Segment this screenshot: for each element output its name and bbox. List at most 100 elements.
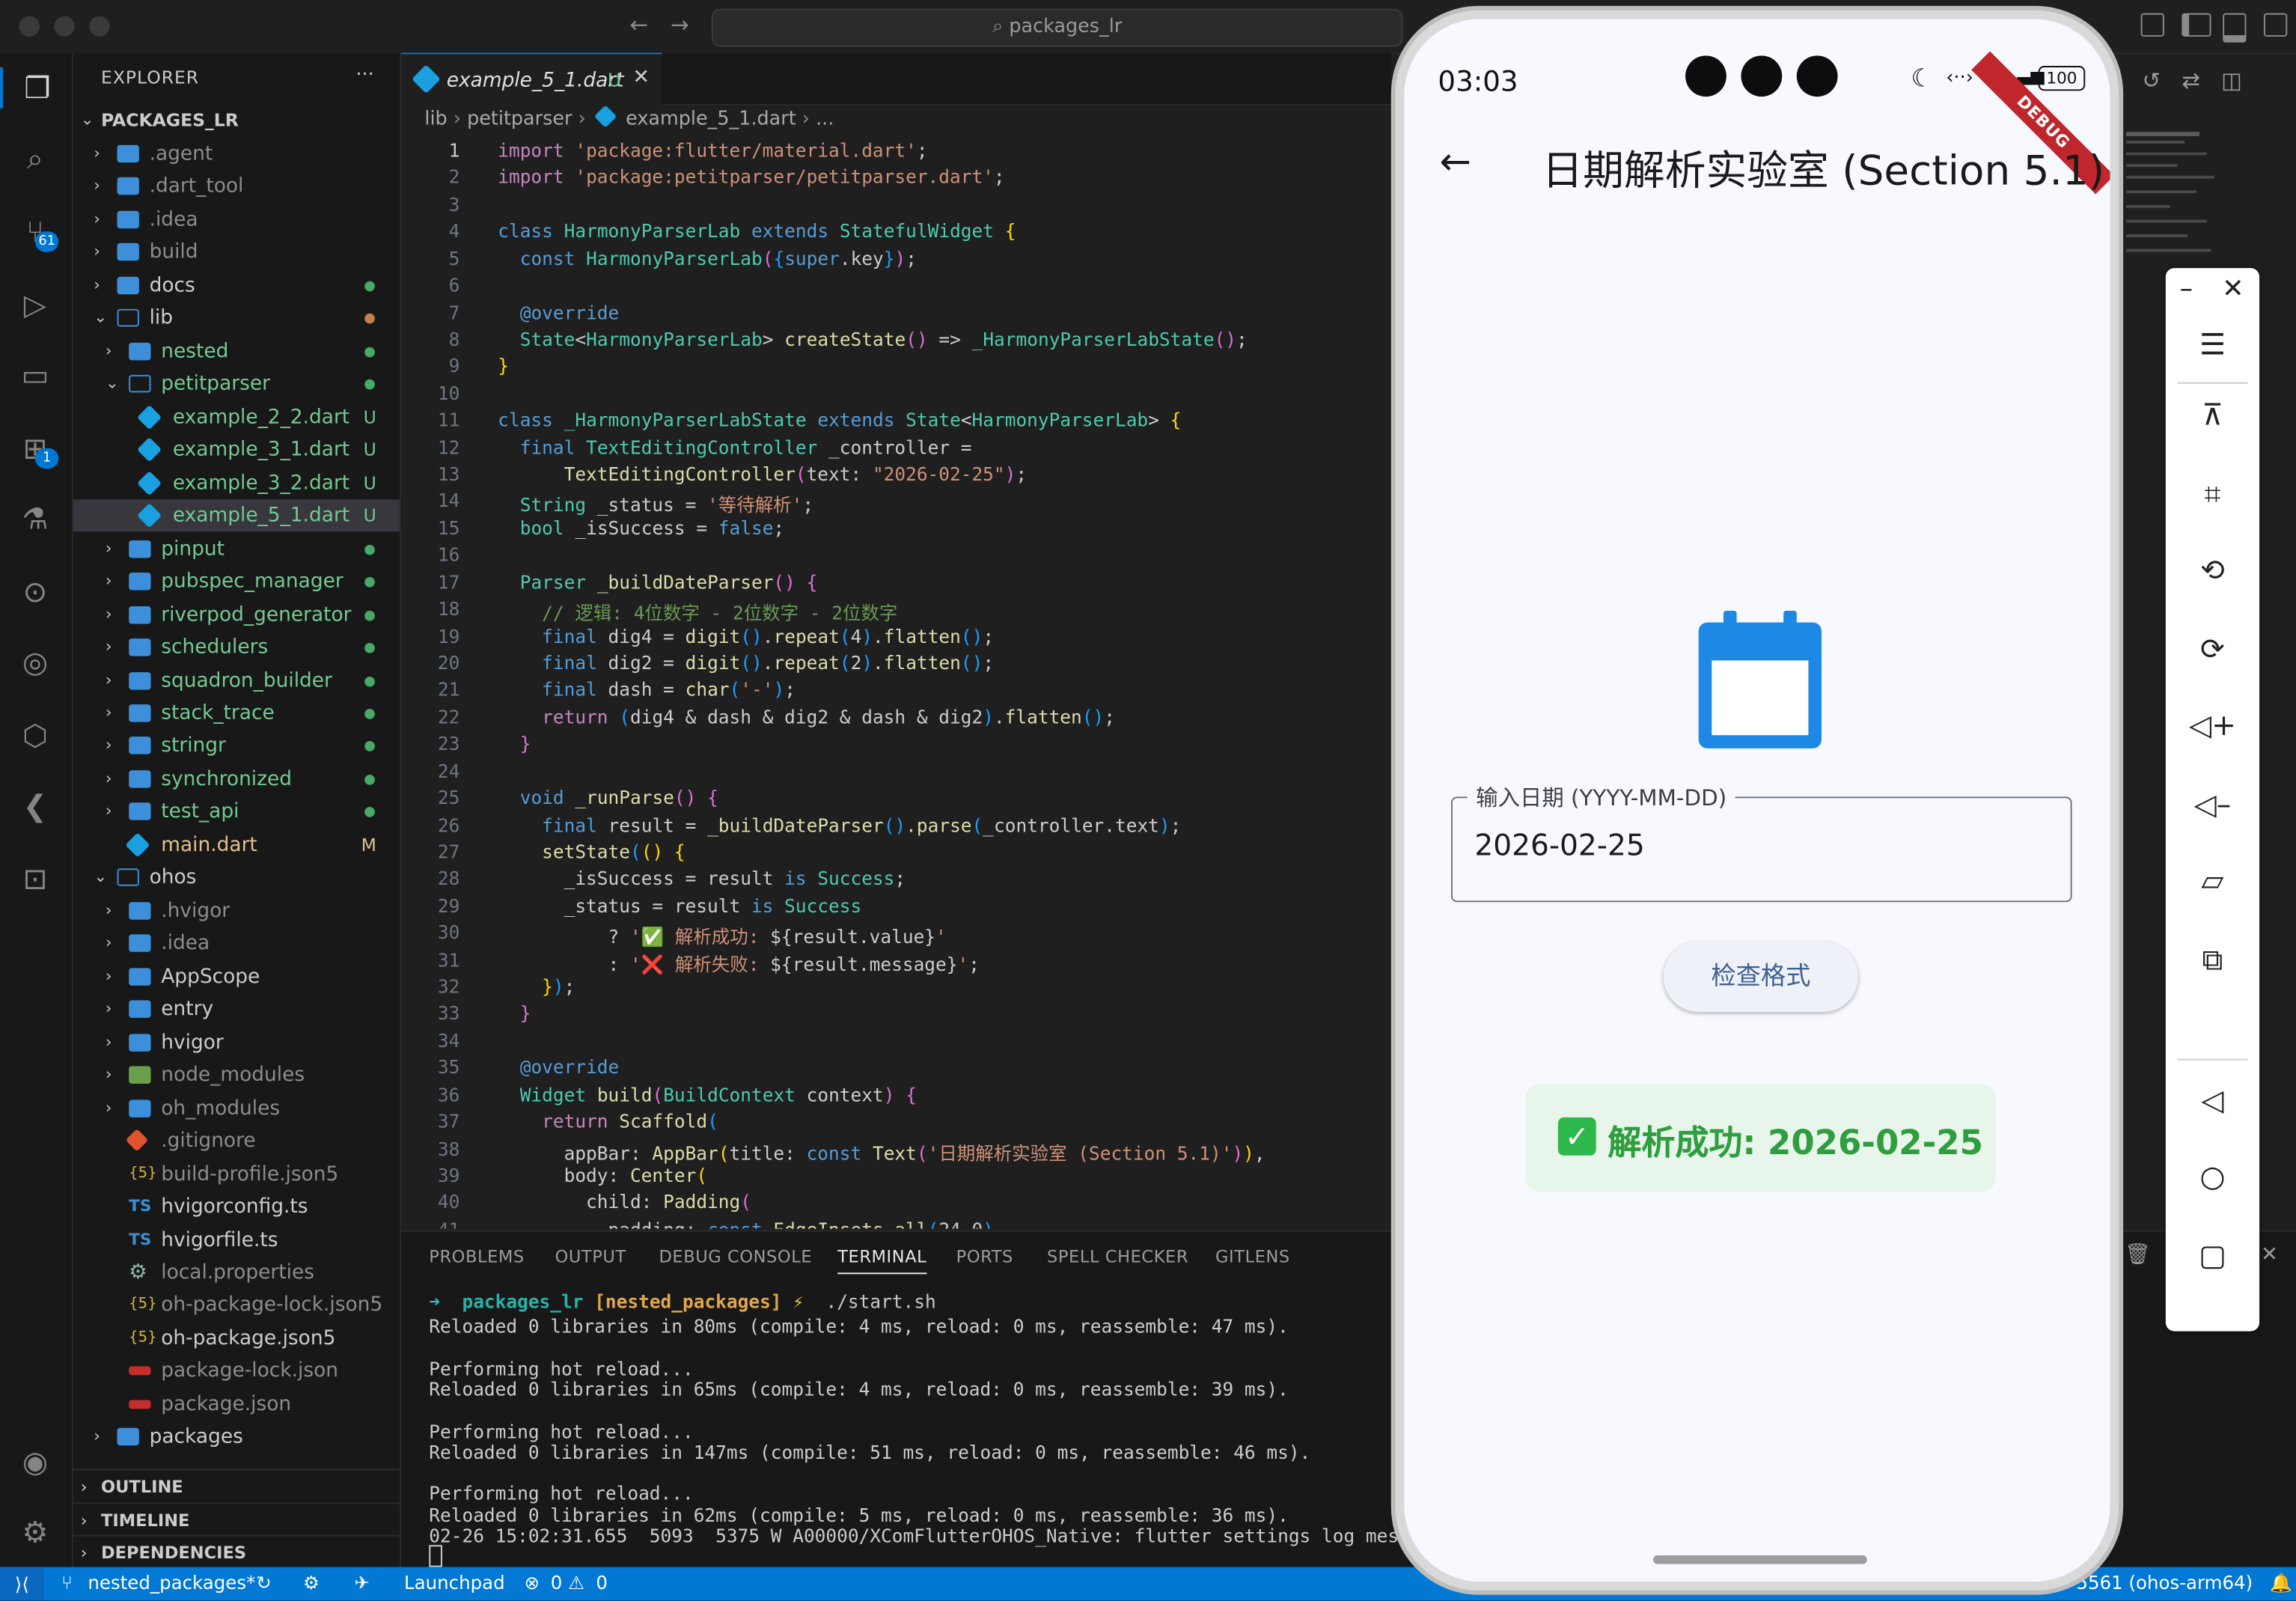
panel-tab-spell-checker[interactable]: SPELL CHECKER: [1047, 1246, 1188, 1266]
code-line[interactable]: Parser _buildDateParser() {: [498, 571, 818, 593]
close-icon[interactable]: ✕: [632, 66, 650, 89]
timeline-section[interactable]: › TIMELINE: [73, 1502, 400, 1537]
launchpad-button[interactable]: Launchpad: [404, 1571, 505, 1593]
git-branch[interactable]: nested_packages*: [88, 1571, 255, 1593]
history-icon[interactable]: ↺: [2143, 67, 2161, 94]
recents-nav-icon[interactable]: ▢: [2166, 1237, 2259, 1272]
code-line[interactable]: _isSuccess = result is Success;: [498, 867, 906, 889]
tree-item[interactable]: › .idea: [73, 927, 400, 960]
tree-item[interactable]: › test_api: [73, 796, 400, 828]
tree-item[interactable]: ⌄ lib: [73, 302, 400, 335]
trash-icon[interactable]: 🗑: [2125, 1243, 2151, 1266]
remote-explorer-icon[interactable]: ▭: [15, 355, 56, 396]
shake-icon[interactable]: ▱: [2166, 862, 2259, 897]
volume-down-icon[interactable]: ◁–: [2166, 787, 2259, 822]
back-arrow-icon[interactable]: ←: [1439, 141, 1471, 185]
breadcrumb-item[interactable]: ...: [816, 109, 834, 130]
code-line[interactable]: @override: [498, 1056, 620, 1078]
command-center-search[interactable]: ⌕ packages_lr: [711, 8, 1403, 47]
dependencies-section[interactable]: › DEPENDENCIES: [73, 1534, 400, 1569]
code-line[interactable]: _status = result is Success: [498, 894, 862, 916]
zoom-window-button[interactable]: [89, 16, 110, 37]
code-line[interactable]: final result = _buildDateParser().parse(…: [498, 814, 1181, 835]
code-line[interactable]: });: [498, 975, 575, 997]
tree-item[interactable]: › node_modules: [73, 1059, 400, 1091]
tree-item[interactable]: › stack_trace: [73, 697, 400, 729]
layout-grid-icon[interactable]: [2140, 13, 2164, 37]
close-icon[interactable]: ✕: [2186, 274, 2280, 305]
code-line[interactable]: class _HarmonyParserLabState extends Sta…: [498, 409, 1181, 430]
tree-item[interactable]: › .idea: [73, 204, 400, 236]
sync-icon[interactable]: ↻: [256, 1571, 272, 1593]
tree-item[interactable]: › build: [73, 237, 400, 269]
error-count[interactable]: 0: [551, 1571, 563, 1593]
tree-item[interactable]: › squadron_builder: [73, 664, 400, 696]
search-history-icon[interactable]: ◎: [15, 641, 56, 683]
menu-icon[interactable]: ☰: [2166, 326, 2259, 362]
code-line[interactable]: }: [498, 1002, 531, 1024]
code-line[interactable]: final TextEditingController _controller …: [498, 436, 972, 457]
close-window-button[interactable]: [19, 16, 40, 37]
bell-icon[interactable]: 🔔: [2270, 1571, 2292, 1594]
debug-icon[interactable]: ⚙: [303, 1571, 320, 1593]
forward-arrow-icon[interactable]: →: [671, 12, 689, 38]
tree-item[interactable]: ⌄ ohos: [73, 862, 400, 894]
rotate-icon[interactable]: ⟲: [2166, 552, 2259, 588]
code-line[interactable]: appBar: AppBar(title: const Text('日期解析实验…: [498, 1137, 1265, 1165]
pin-icon[interactable]: ⊼: [2166, 397, 2259, 432]
workspace-root[interactable]: ⌄ PACKAGES_LR: [73, 104, 400, 136]
minimize-window-button[interactable]: [54, 16, 75, 37]
code-line[interactable]: : '❌ 解析失败: ${result.message}';: [498, 948, 979, 976]
testing-icon[interactable]: ⚗: [15, 498, 56, 539]
warning-count[interactable]: 0: [596, 1571, 608, 1593]
tree-item[interactable]: › hvigor: [73, 1026, 400, 1058]
code-line[interactable]: setState(() {: [498, 841, 686, 862]
tree-item[interactable]: › .hvigor: [73, 894, 400, 927]
code-line[interactable]: body: Center(: [498, 1164, 707, 1186]
toggle-secondary-sidebar-icon[interactable]: [2263, 13, 2288, 37]
compare-icon[interactable]: ⇄: [2181, 67, 2200, 94]
code-line[interactable]: ? '✅ 解析成功: ${result.value}': [498, 921, 946, 949]
tree-item[interactable]: › oh_modules: [73, 1092, 400, 1124]
tree-item[interactable]: example_5_1.dart U: [73, 499, 400, 532]
multi-device-icon[interactable]: ⧉: [2166, 942, 2259, 977]
date-input-field[interactable]: 输入日期 (YYYY-MM-DD) 2026-02-25: [1451, 781, 2072, 903]
panel-tab-problems[interactable]: PROBLEMS: [429, 1246, 525, 1266]
home-nav-icon[interactable]: ○: [2166, 1159, 2259, 1194]
tree-item[interactable]: example_3_2.dart U: [73, 467, 400, 499]
code-line[interactable]: class HarmonyParserLab extends StatefulW…: [498, 220, 1016, 242]
tree-item[interactable]: › .dart_tool: [73, 171, 400, 203]
tree-item[interactable]: › .agent: [73, 138, 400, 170]
code-line[interactable]: import 'package:petitparser/petitparser.…: [498, 166, 1004, 188]
toggle-sidebar-icon[interactable]: [2181, 13, 2211, 37]
flutter-icon[interactable]: ❮: [15, 785, 56, 826]
panel-tab-terminal[interactable]: TERMINAL: [837, 1246, 927, 1275]
code-line[interactable]: @override: [498, 301, 620, 323]
containers-icon[interactable]: ⬡: [15, 715, 56, 756]
tree-item[interactable]: TS hvigorconfig.ts: [73, 1191, 400, 1223]
tree-item[interactable]: › stringr: [73, 730, 400, 762]
check-format-button[interactable]: 检查格式: [1663, 942, 1858, 1013]
run-debug-icon[interactable]: ▷: [15, 284, 56, 326]
tree-item[interactable]: › AppScope: [73, 960, 400, 992]
outline-section[interactable]: › OUTLINE: [73, 1469, 400, 1502]
more-actions-icon[interactable]: ···: [355, 64, 373, 86]
close-panel-icon[interactable]: ✕: [2261, 1243, 2278, 1266]
panel-tab-gitlens[interactable]: GITLENS: [1215, 1246, 1290, 1266]
gitlens-icon[interactable]: ⊙: [15, 571, 56, 612]
tree-item[interactable]: {5} oh-package-lock.json5: [73, 1290, 400, 1322]
toggle-panel-icon[interactable]: [2223, 13, 2247, 43]
code-line[interactable]: padding: const EdgeInsets.all(24.0),: [498, 1219, 1004, 1229]
scan-icon[interactable]: ⊡: [15, 859, 56, 900]
tree-item[interactable]: ⚙ local.properties: [73, 1257, 400, 1289]
code-line[interactable]: child: Padding(: [498, 1191, 751, 1213]
code-line[interactable]: void _runParse() {: [498, 787, 718, 808]
breadcrumb-item[interactable]: lib: [424, 109, 447, 130]
remote-icon[interactable]: ⟩⟨: [0, 1567, 44, 1601]
tree-item[interactable]: example_3_1.dart U: [73, 434, 400, 466]
rotate-reverse-icon[interactable]: ⟳: [2166, 631, 2259, 666]
panel-tab-debug-console[interactable]: DEBUG CONSOLE: [659, 1246, 812, 1266]
code-line[interactable]: TextEditingController(text: "2026-02-25"…: [498, 463, 1028, 484]
back-arrow-icon[interactable]: ←: [629, 12, 648, 38]
date-field-value[interactable]: 2026-02-25: [1474, 827, 1644, 862]
